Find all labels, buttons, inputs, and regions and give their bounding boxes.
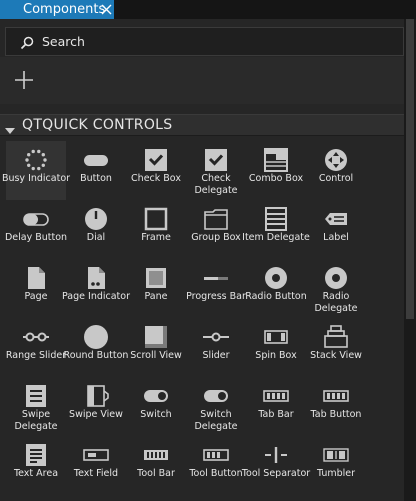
component-text-area[interactable]: Text Area	[6, 436, 66, 495]
component-tool-separator[interactable]: Tool Separator	[242, 436, 310, 495]
switch-icon	[142, 383, 170, 409]
component-tab-bar[interactable]: Tab Bar	[246, 377, 306, 436]
component-text-field[interactable]: Text Field	[66, 436, 126, 495]
component-stack-view[interactable]: Stack View	[306, 318, 366, 377]
stack-view-icon	[322, 324, 350, 350]
tab-bar-icon	[262, 383, 290, 409]
scroll-view-icon	[142, 324, 170, 350]
component-check-box[interactable]: Check Box	[126, 141, 186, 200]
tab-button-icon	[322, 383, 350, 409]
close-icon[interactable]	[99, 0, 114, 19]
component-slider[interactable]: Slider	[186, 318, 246, 377]
spin-box-icon	[262, 324, 290, 350]
panel-tab-bar: Components	[0, 0, 416, 19]
swipe-view-icon	[82, 383, 110, 409]
group-box-icon	[202, 206, 230, 232]
slider-icon	[202, 324, 230, 350]
component-label: Tab Button	[310, 409, 362, 420]
component-progress-bar[interactable]: Progress Bar	[186, 259, 246, 318]
component-frame[interactable]: Frame	[126, 200, 186, 259]
component-tool-bar[interactable]: Tool Bar	[126, 436, 186, 495]
tab-components[interactable]: Components	[0, 0, 114, 19]
component-page[interactable]: Page	[6, 259, 66, 318]
component-control[interactable]: Control	[306, 141, 366, 200]
component-switch-delegate[interactable]: Switch Delegate	[186, 377, 246, 436]
page-icon	[22, 265, 50, 291]
item-delegate-icon	[262, 206, 290, 232]
component-label: Radio Delegate	[314, 291, 358, 314]
component-label: Label	[323, 232, 349, 243]
component-check-delegate[interactable]: Check Delegate	[186, 141, 246, 200]
control-icon	[322, 147, 350, 173]
scroll-thumb[interactable]	[406, 19, 414, 319]
search-placeholder: Search	[42, 34, 85, 49]
component-combo-box[interactable]: Combo Box	[246, 141, 306, 200]
component-delay-button[interactable]: Delay Button	[5, 200, 67, 259]
scrollbar[interactable]	[404, 19, 416, 501]
tool-separator-icon	[262, 442, 290, 468]
check-box-icon	[142, 147, 170, 173]
swipe-delegate-icon	[22, 383, 50, 409]
button-icon	[82, 147, 110, 173]
radio-button-icon	[262, 265, 290, 291]
component-tab-button[interactable]: Tab Button	[306, 377, 366, 436]
component-tool-button[interactable]: Tool Button	[186, 436, 246, 495]
page-indicator-icon	[82, 265, 110, 291]
component-page-indicator[interactable]: Page Indicator	[62, 259, 130, 318]
component-label: Stack View	[310, 350, 362, 361]
combo-box-icon	[262, 147, 290, 173]
add-icon[interactable]	[13, 69, 35, 91]
component-pane[interactable]: Pane	[126, 259, 186, 318]
progress-bar-icon	[202, 265, 230, 291]
component-switch[interactable]: Switch	[126, 377, 186, 436]
dial-icon	[82, 206, 110, 232]
section-header[interactable]: QTQUICK CONTROLS	[0, 114, 404, 136]
component-swipe-view[interactable]: Swipe View	[66, 377, 126, 436]
component-label[interactable]: Label	[306, 200, 366, 259]
search-field[interactable]: Search	[5, 27, 404, 56]
search-icon	[20, 35, 34, 50]
component-grid: Busy Indicator Button Check Box Check Deleg…	[2, 141, 402, 495]
busy-indicator-icon	[22, 147, 50, 173]
component-scroll-view[interactable]: Scroll View	[126, 318, 186, 377]
frame-icon	[142, 206, 170, 232]
round-button-icon	[82, 324, 110, 350]
component-button[interactable]: Button	[66, 141, 126, 200]
tab-label: Components	[23, 2, 106, 17]
component-spin-box[interactable]: Spin Box	[246, 318, 306, 377]
component-label: Tumbler	[316, 468, 356, 479]
component-tumbler[interactable]: Tumbler	[306, 436, 366, 495]
component-label: Control	[318, 173, 354, 184]
component-busy-indicator[interactable]: Busy Indicator	[2, 141, 70, 200]
chevron-down-icon[interactable]	[5, 121, 15, 140]
section-title: QTQUICK CONTROLS	[22, 117, 173, 133]
component-radio-delegate[interactable]: Radio Delegate	[306, 259, 366, 318]
component-round-button[interactable]: Round Button	[64, 318, 128, 377]
component-swipe-delegate[interactable]: Swipe Delegate	[6, 377, 66, 436]
component-dial[interactable]: Dial	[66, 200, 126, 259]
component-item-delegate[interactable]: Item Delegate	[242, 200, 310, 259]
tool-button-icon	[202, 442, 230, 468]
check-delegate-icon	[202, 147, 230, 173]
add-module-area	[0, 57, 404, 104]
component-range-slider[interactable]: Range Slider	[6, 318, 66, 377]
component-radio-button[interactable]: Radio Button	[245, 259, 307, 318]
delay-button-icon	[22, 206, 50, 232]
tool-bar-icon	[142, 442, 170, 468]
tumbler-icon	[322, 442, 350, 468]
pane-icon	[142, 265, 170, 291]
label-icon	[322, 206, 350, 232]
switch-delegate-icon	[202, 383, 230, 409]
component-group-box[interactable]: Group Box	[186, 200, 246, 259]
text-area-icon	[22, 442, 50, 468]
text-field-icon	[82, 442, 110, 468]
radio-delegate-icon	[322, 265, 350, 291]
range-slider-icon	[22, 324, 50, 350]
